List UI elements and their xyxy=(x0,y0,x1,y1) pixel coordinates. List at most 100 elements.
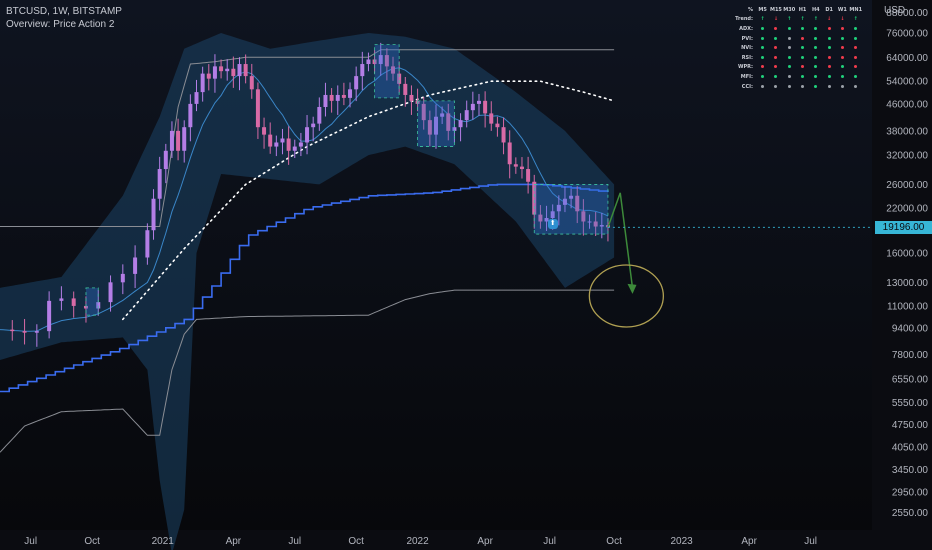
signal-cell xyxy=(849,24,862,34)
candle-body xyxy=(489,113,494,124)
signal-down-icon xyxy=(774,55,778,59)
y-tick-label: 4050.00 xyxy=(892,443,929,454)
x-tick-label: Apr xyxy=(741,536,757,547)
candle-body xyxy=(507,142,512,165)
signal-up-icon xyxy=(854,74,858,78)
y-tick-label: 26000.00 xyxy=(886,180,928,191)
candle-body xyxy=(298,142,303,147)
candle-body xyxy=(22,331,27,333)
signal-up-icon xyxy=(814,26,818,30)
row-label: RSI: xyxy=(741,54,753,61)
y-tick-label: 3450.00 xyxy=(892,465,929,476)
candle-body xyxy=(483,100,488,114)
signal-down-icon xyxy=(827,55,831,59)
range-box-0 xyxy=(374,44,400,99)
x-tick-label: Jul xyxy=(543,536,556,547)
timeframe-header: H1 xyxy=(798,6,807,13)
signal-up-icon xyxy=(787,65,791,69)
candle-body xyxy=(151,198,156,231)
signal-cell xyxy=(769,24,782,34)
signal-up-icon xyxy=(814,65,818,69)
candle-body xyxy=(262,127,267,135)
candle-body xyxy=(470,103,475,111)
signal-cell xyxy=(756,43,769,53)
signal-up-icon xyxy=(814,36,818,40)
x-tick-label: Jul xyxy=(288,536,301,547)
row-label: PVI: xyxy=(741,35,753,42)
signal-cell xyxy=(836,82,849,92)
signal-down-icon xyxy=(840,46,844,50)
signal-cell xyxy=(756,82,769,92)
signal-neutral-icon xyxy=(854,84,858,88)
table-body: Trend: ↑ ↓ ↑ ↑ ↑ ↓ ↓ ↑ ADX: PVI: NVI: RSI: WPR: MFI: CC… xyxy=(731,15,862,92)
signal-cell xyxy=(796,24,809,34)
signal-down-icon xyxy=(827,26,831,30)
signal-up-icon xyxy=(814,46,818,50)
signal-up-icon xyxy=(761,46,765,50)
trend-down-icon: ↓ xyxy=(827,16,832,23)
signal-cell xyxy=(809,53,822,63)
signal-cell xyxy=(809,43,822,53)
candle-body xyxy=(292,146,297,151)
signal-cell xyxy=(849,53,862,63)
signal-cell xyxy=(809,72,822,82)
candle-body xyxy=(305,127,310,143)
candle-body xyxy=(317,106,322,124)
marker-badge-icon: ⬆ xyxy=(547,219,558,230)
signal-up-icon xyxy=(814,74,818,78)
signal-up-icon xyxy=(840,74,844,78)
signal-cell xyxy=(822,82,835,92)
candle-body xyxy=(34,331,39,333)
signal-up-icon xyxy=(827,74,831,78)
candle-body xyxy=(274,142,279,147)
signal-cell xyxy=(822,63,835,73)
candle-body xyxy=(360,64,365,77)
candle-body xyxy=(476,100,481,104)
timeframe-header: MN1 xyxy=(849,6,863,13)
signal-down-icon xyxy=(840,55,844,59)
signal-cell xyxy=(783,72,796,82)
row-label: ADX: xyxy=(739,25,753,32)
x-tick-label: Oct xyxy=(348,536,364,547)
trend-up-icon: ↑ xyxy=(800,16,805,23)
signal-up-icon xyxy=(827,36,831,40)
y-tick-label: 32000.00 xyxy=(886,151,928,162)
row-label: CCI: xyxy=(741,83,753,90)
candle-body xyxy=(495,123,500,128)
signal-cell xyxy=(796,43,809,53)
trend-up-icon: ↑ xyxy=(813,16,818,23)
indicator-table: % M5 M15 M30 H1 H4 D1 W1 MN1 Trend: ↑ ↓ ↑ ↑ ↑ ↓ ↓ ↑ ADX: P… xyxy=(731,5,862,91)
signal-down-icon xyxy=(827,65,831,69)
signal-cell xyxy=(822,34,835,44)
candle-body xyxy=(133,257,138,274)
candle-body xyxy=(519,166,524,170)
signal-cell xyxy=(783,53,796,63)
row-label: WPR: xyxy=(737,64,753,71)
candle-body xyxy=(335,94,340,101)
x-tick-label: Apr xyxy=(477,536,493,547)
trend-row: Trend: ↑ ↓ ↑ ↑ ↑ ↓ ↓ ↑ xyxy=(731,15,862,25)
indicator-row: ADX: xyxy=(731,24,862,34)
signal-neutral-icon xyxy=(840,84,844,88)
overview-header: Overview: Price Action 2 xyxy=(6,19,115,30)
signal-up-icon xyxy=(774,74,778,78)
signal-cell xyxy=(783,24,796,34)
signal-cell xyxy=(849,82,862,92)
candle-body xyxy=(249,76,254,90)
signal-up-icon xyxy=(827,46,831,50)
y-tick-label: 64000.00 xyxy=(886,53,928,64)
signal-cell xyxy=(783,82,796,92)
signal-cell xyxy=(836,72,849,82)
y-tick-label: 54000.00 xyxy=(886,77,928,88)
candle-body xyxy=(403,83,408,95)
signal-cell xyxy=(769,72,782,82)
signal-cell xyxy=(769,63,782,73)
candle-body xyxy=(268,134,273,147)
signal-cell xyxy=(849,43,862,53)
signal-up-icon xyxy=(761,26,765,30)
x-tick-label: Jul xyxy=(24,536,37,547)
timeframe-header: M5 xyxy=(758,6,767,13)
signal-down-icon xyxy=(801,65,805,69)
row-label: Trend: xyxy=(735,16,753,23)
signal-up-icon xyxy=(854,36,858,40)
